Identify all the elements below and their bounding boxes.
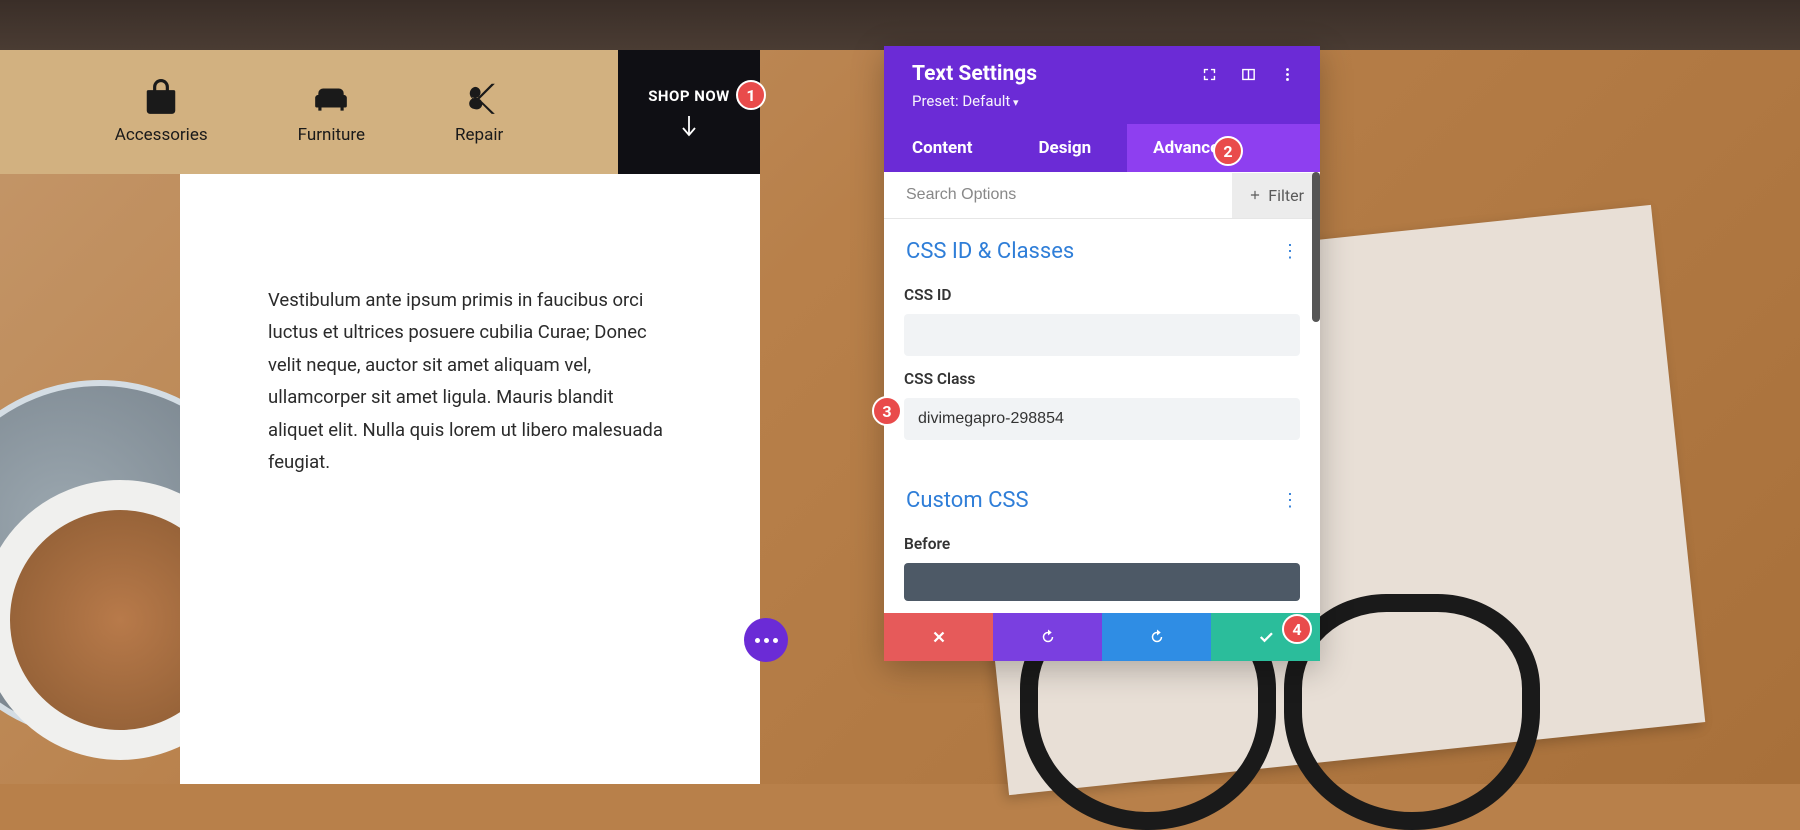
tab-design[interactable]: Design: [1008, 124, 1127, 172]
section-css-id-classes[interactable]: CSS ID & Classes ⋮: [904, 219, 1300, 272]
css-id-input[interactable]: [904, 314, 1300, 356]
content-card: Vestibulum ante ipsum primis in faucibus…: [180, 174, 760, 784]
kebab-menu-icon[interactable]: ⋮: [1281, 492, 1298, 510]
dot-icon: [764, 638, 769, 643]
nav-item-furniture[interactable]: Furniture: [298, 79, 365, 145]
nav-label: Furniture: [298, 125, 365, 145]
kebab-menu-icon[interactable]: ⋮: [1281, 243, 1298, 261]
before-label: Before: [904, 535, 1300, 553]
check-icon: [1257, 628, 1275, 646]
css-id-label: CSS ID: [904, 286, 1300, 304]
panel-body: CSS ID & Classes ⋮ CSS ID CSS Class Cust…: [884, 219, 1320, 613]
section-title: CSS ID & Classes: [906, 239, 1074, 264]
section-title: Custom CSS: [906, 488, 1029, 513]
annotation-badge-2: 2: [1213, 136, 1243, 166]
annotation-badge-1: 1: [736, 80, 766, 110]
annotation-badge-3: 3: [872, 396, 902, 426]
redo-button[interactable]: [1102, 613, 1211, 661]
category-navbar: Accessories Furniture Repair SHOP NOW: [0, 50, 760, 174]
sofa-icon: [312, 79, 350, 117]
more-options-fab[interactable]: [744, 618, 788, 662]
undo-icon: [1039, 628, 1057, 646]
redo-icon: [1148, 628, 1166, 646]
expand-icon[interactable]: [1201, 66, 1218, 83]
nav-item-accessories[interactable]: Accessories: [115, 79, 208, 145]
tab-content[interactable]: Content: [884, 124, 1008, 172]
text-settings-panel: Text Settings Preset: Default Content De…: [884, 46, 1320, 661]
preset-dropdown[interactable]: Preset: Default: [912, 92, 1296, 110]
scissors-icon: [460, 79, 498, 117]
search-options-input[interactable]: [904, 172, 1232, 218]
cancel-button[interactable]: [884, 613, 993, 661]
filter-label: Filter: [1268, 186, 1304, 205]
annotation-badge-4: 4: [1282, 614, 1312, 644]
shop-now-label: SHOP NOW: [648, 87, 730, 105]
shop-now-button[interactable]: SHOP NOW: [618, 50, 760, 174]
bag-icon: [142, 79, 180, 117]
arrow-down-icon: [680, 115, 698, 137]
plus-icon: [1248, 188, 1262, 202]
dot-icon: [755, 638, 760, 643]
panel-search-row: Filter: [884, 172, 1320, 219]
panel-title: Text Settings: [912, 62, 1037, 86]
background-top-strip: [0, 0, 1800, 50]
undo-button[interactable]: [993, 613, 1102, 661]
panel-header: Text Settings Preset: Default: [884, 46, 1320, 124]
filter-button[interactable]: Filter: [1232, 173, 1320, 218]
panel-footer: [884, 613, 1320, 661]
close-icon: [930, 628, 948, 646]
kebab-menu-icon[interactable]: [1279, 66, 1296, 83]
section-custom-css[interactable]: Custom CSS ⋮: [904, 468, 1300, 521]
nav-item-repair[interactable]: Repair: [455, 79, 503, 145]
panel-scrollbar[interactable]: [1312, 172, 1320, 322]
content-paragraph: Vestibulum ante ipsum primis in faucibus…: [268, 284, 666, 478]
before-code-input[interactable]: [904, 563, 1300, 601]
nav-label: Repair: [455, 125, 503, 145]
columns-icon[interactable]: [1240, 66, 1257, 83]
dot-icon: [773, 638, 778, 643]
nav-label: Accessories: [115, 125, 208, 145]
css-class-input[interactable]: [904, 398, 1300, 440]
category-nav-left: Accessories Furniture Repair: [0, 50, 618, 174]
panel-tabs: Content Design Advanced: [884, 124, 1320, 172]
css-class-label: CSS Class: [904, 370, 1300, 388]
